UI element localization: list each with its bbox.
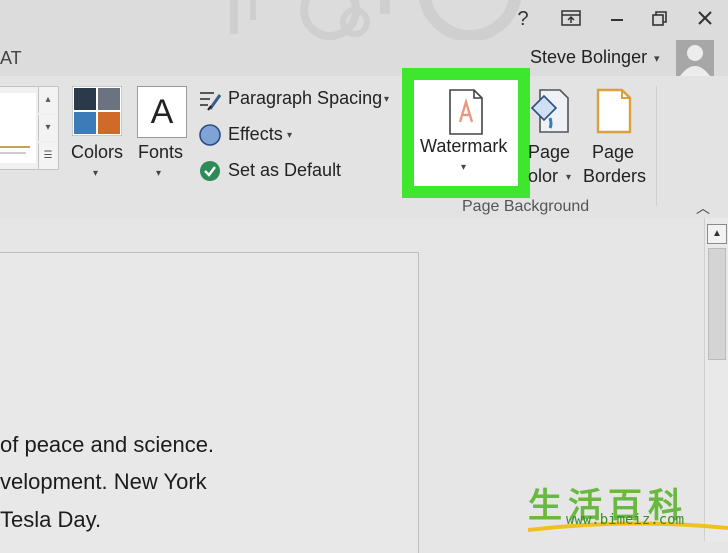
help-icon: ? (517, 8, 529, 30)
fonts-button[interactable]: A Fonts ▾ (134, 76, 190, 188)
style-thumbnail[interactable] (0, 93, 36, 163)
document-line-2[interactable]: velopment. New York (0, 469, 207, 495)
colors-button[interactable]: Colors ▾ (66, 76, 128, 188)
paragraph-spacing-label: Paragraph Spacing (228, 88, 383, 108)
watermark-label: Watermark (420, 136, 508, 156)
ribbon-display-options-icon (561, 10, 581, 26)
style-preview-icon (0, 146, 30, 154)
gallery-scroll-down[interactable]: ▾ (38, 115, 57, 141)
document-line-1[interactable]: of peace and science. (0, 432, 214, 458)
checkmark-circle-icon (200, 161, 220, 181)
gallery-scroll-up[interactable]: ▴ (38, 87, 57, 113)
page-color-label-line1: Page (528, 142, 571, 162)
theme-colors-icon (72, 86, 122, 136)
paragraph-spacing-icon (200, 92, 222, 111)
set-as-default-button[interactable]: Set as Default (198, 159, 348, 185)
page-color-button[interactable]: Page olor ▾ (528, 76, 580, 188)
page-background-group-label: Page Background (462, 198, 590, 215)
account-user-name[interactable]: Steve Bolinger (530, 47, 647, 68)
watermark-caret-icon: ▾ (461, 162, 467, 173)
page-borders-label-line2: Borders (583, 166, 647, 186)
help-button[interactable]: ? (508, 6, 538, 32)
watermark-icon (449, 89, 483, 135)
avatar[interactable] (676, 40, 714, 76)
account-caret-icon[interactable]: ▾ (654, 52, 660, 65)
document-line-3[interactable]: Tesla Day. (0, 507, 101, 533)
title-bar: ? (0, 0, 728, 40)
page-borders-label-line1: Page (592, 142, 635, 162)
page-color-label-line2: olor (528, 166, 559, 186)
effects-caret-icon: ▾ (287, 130, 293, 141)
paragraph-spacing-button[interactable]: Paragraph Spacing ▾ (198, 88, 398, 114)
colors-label: Colors (71, 142, 124, 162)
gallery-more-button[interactable]: ☰ (38, 143, 57, 169)
close-icon (698, 11, 712, 25)
scroll-up-arrow-icon[interactable]: ▲ (707, 224, 727, 244)
minimize-button[interactable] (602, 6, 632, 32)
effects-button[interactable]: Effects ▾ (198, 123, 308, 149)
watermark-button[interactable]: Watermark ▾ (414, 80, 518, 186)
ribbon-design: ▴ ▾ ☰ Colors ▾ A Fonts ▾ Paragraph Spaci… (0, 68, 728, 219)
page-borders-button[interactable]: Page Borders (580, 76, 650, 188)
fonts-caret-icon: ▾ (156, 168, 162, 179)
tabs-row: AT Steve Bolinger ▾ (0, 40, 728, 76)
effects-icon (199, 124, 221, 146)
collapse-ribbon-chevron-up-icon[interactable]: ︿ (696, 198, 710, 218)
branding-url: www.bimeiz.com (566, 512, 685, 528)
fonts-icon: A (137, 86, 187, 138)
scrollbar-thumb[interactable] (708, 248, 726, 360)
page-color-caret-icon: ▾ (566, 172, 572, 183)
tab-format-partial[interactable]: AT (0, 48, 22, 69)
user-avatar-icon (680, 45, 710, 76)
ribbon-group-divider (656, 86, 657, 206)
page-borders-icon (596, 88, 632, 134)
ribbon-display-options-button[interactable] (556, 6, 586, 32)
restore-button[interactable] (645, 6, 675, 32)
minimize-icon (611, 19, 623, 21)
style-set-gallery[interactable]: ▴ ▾ ☰ (0, 86, 59, 170)
fonts-label: Fonts (138, 142, 184, 162)
vertical-scrollbar[interactable]: ▲ (704, 218, 728, 541)
restore-icon (652, 11, 667, 26)
effects-label: Effects (228, 124, 283, 144)
close-button[interactable] (690, 6, 720, 32)
paragraph-spacing-caret-icon: ▾ (384, 94, 390, 105)
set-as-default-label: Set as Default (228, 160, 342, 180)
page-color-icon (530, 89, 569, 133)
colors-caret-icon: ▾ (93, 168, 99, 179)
watermark-highlight: Watermark ▾ (402, 68, 530, 198)
